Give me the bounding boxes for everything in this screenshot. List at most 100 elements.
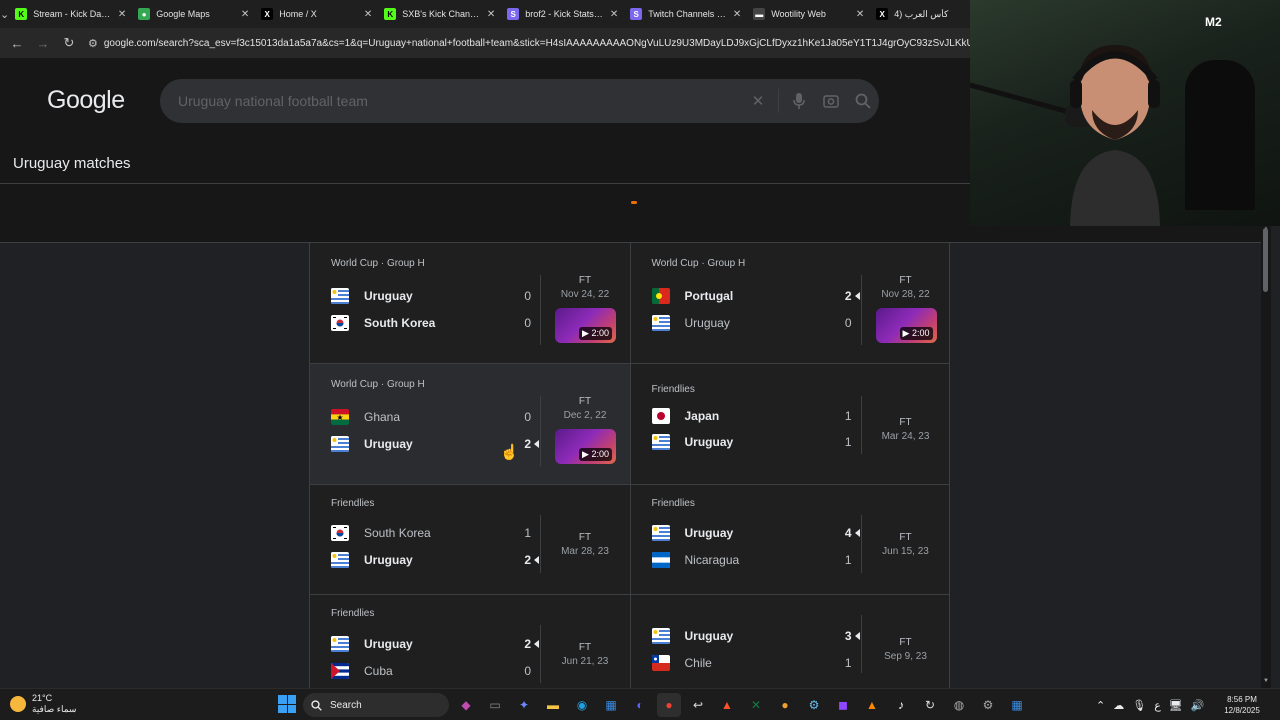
browser-tab[interactable]: ● Google Maps ✕ — [132, 0, 255, 28]
brave-icon[interactable]: ▲ — [715, 693, 739, 717]
kick-icon: K — [15, 8, 28, 20]
browser-tab[interactable]: Sbrof2 - Kick Stats, An ✕ — [501, 0, 624, 28]
close-tab-icon[interactable]: ✕ — [241, 9, 249, 20]
match-card[interactable]: World Cup · Group H Ghana 0 Uruguay 2 FT Dec 2… — [309, 364, 630, 484]
match-card[interactable]: Uruguay 3 Chile 1 FT Sep 9, 23 — [629, 595, 950, 689]
network-icon[interactable]: 🖥 — [1169, 699, 1183, 712]
microphone-icon[interactable] — [783, 93, 815, 109]
address-bar[interactable]: ⚙ google.com/search?sca_esv=f3c15013da1a… — [84, 32, 970, 54]
task-view-icon[interactable]: ▭ — [483, 693, 507, 717]
match-card[interactable]: Friendlies Uruguay 4 Nicaragua 1 FT Jun 15, 23 — [629, 485, 950, 594]
highlights-video-thumbnail[interactable]: ▶ 2:00 — [555, 308, 616, 343]
store-icon[interactable]: ▦ — [599, 693, 623, 717]
scrollbar-thumb[interactable] — [1263, 228, 1268, 292]
team-score: 1 — [844, 553, 852, 567]
windows-taskbar: 21°C سماء صافية Search ◆ ▭ ✦ ▬ ◉ ▦ ◐ ● ↩ ▲ ✕ ● ⚙ ◼ ▲ ♪ ↻… — [0, 688, 1280, 720]
scrollbar-track[interactable] — [1261, 226, 1271, 688]
japan-flag-icon — [651, 408, 670, 424]
clear-icon[interactable]: ✕ — [742, 92, 774, 110]
discord-icon[interactable]: ◐ — [628, 693, 652, 717]
weather-widget[interactable]: 21°C سماء صافية — [10, 693, 76, 715]
browser-tab[interactable]: K SXB's Kick Channel St ✕ — [378, 0, 501, 28]
tiktok-icon[interactable]: ♪ — [889, 693, 913, 717]
taskbar-clock[interactable]: 8:56 PM 12/8/2025 — [1222, 694, 1262, 716]
cuba-flag-icon — [331, 663, 349, 679]
team-row: South Korea 0 — [331, 313, 531, 333]
search-input[interactable]: Uruguay national football team — [178, 93, 742, 109]
team-score: 0 — [524, 664, 531, 678]
scroll-down-arrow-icon[interactable]: ▼ — [1261, 678, 1271, 688]
tab-search-menu-button[interactable]: ⌄ — [0, 0, 9, 28]
arrow-app-icon[interactable]: ↩ — [686, 693, 710, 717]
video-duration: ▶ 2:00 — [579, 327, 612, 340]
input-language[interactable]: ع — [1154, 699, 1161, 712]
lens-camera-icon[interactable] — [815, 93, 847, 109]
edge-icon[interactable]: ◉ — [570, 693, 594, 717]
tray-overflow-chevron-icon[interactable]: ⌃ — [1096, 699, 1105, 712]
steam-icon[interactable]: ⚙ — [802, 693, 826, 717]
gaming-chair — [1185, 60, 1255, 210]
team-score: 0 — [524, 410, 531, 424]
match-date: Sep 9, 23 — [884, 651, 927, 662]
close-tab-icon[interactable]: ✕ — [118, 9, 126, 20]
matches-title: Uruguay matches — [13, 155, 131, 172]
highlights-video-thumbnail[interactable]: ▶ 2:00 — [875, 308, 937, 343]
team-score: 2 — [844, 289, 852, 303]
search-divider — [778, 89, 779, 113]
team-row: South Korea 1 — [331, 523, 531, 543]
close-tab-icon[interactable]: ✕ — [610, 9, 618, 20]
twitch-icon[interactable]: ◼ — [831, 693, 855, 717]
tab-title: كأس العرب (4 — [894, 8, 949, 19]
windows-start-icon[interactable] — [278, 695, 296, 713]
match-card[interactable]: World Cup · Group H Uruguay 0 South Korea 0 F… — [309, 243, 630, 363]
clock-date: 12/8/2025 — [1224, 706, 1260, 715]
forward-arrow-icon[interactable]: → — [32, 32, 54, 54]
search-icon[interactable] — [847, 93, 879, 109]
x-icon: X — [261, 8, 274, 20]
game-app-icon[interactable]: ◆ — [454, 693, 478, 717]
close-tab-icon[interactable]: ✕ — [487, 9, 495, 20]
site-info-icon[interactable]: ⚙ — [88, 37, 98, 50]
vlc-icon[interactable]: ▲ — [860, 693, 884, 717]
sync-icon[interactable]: ↻ — [918, 693, 942, 717]
excel-icon[interactable]: ✕ — [744, 693, 768, 717]
portugal-flag-icon — [651, 288, 670, 304]
taskbar-search[interactable]: Search — [303, 693, 449, 717]
tab-title: brof2 - Kick Stats, An — [525, 9, 604, 19]
competition-label: Friendlies — [331, 498, 375, 509]
match-date: Jun 21, 23 — [561, 656, 609, 667]
search-box[interactable]: Uruguay national football team ✕ — [160, 79, 879, 123]
back-arrow-icon[interactable]: ← — [6, 32, 28, 54]
google-logo[interactable]: Google — [47, 86, 125, 115]
calculator-icon[interactable]: ▦ — [1005, 693, 1029, 717]
team-name: Uruguay — [364, 437, 413, 451]
highlights-video-thumbnail[interactable]: ▶ 2:00 — [555, 429, 616, 464]
app-badge-icon[interactable]: ● — [773, 693, 797, 717]
team-row: Ghana 0 — [331, 407, 531, 427]
match-card[interactable]: Friendlies Uruguay 2 Cuba 0 FT Jun 21, 23 — [309, 595, 630, 689]
browser-tab[interactable]: K Stream - Kick Dashbo ✕ — [9, 0, 132, 28]
browser-alt-icon[interactable]: ◍ — [947, 693, 971, 717]
file-explorer-icon[interactable]: ▬ — [541, 693, 565, 717]
tray-app-icon[interactable]: ☁ — [1113, 699, 1124, 712]
browser-tab[interactable]: ▬ Wootility Web ✕ — [747, 0, 870, 28]
tab-title: Wootility Web — [771, 9, 826, 19]
team-score: 0 — [524, 316, 531, 330]
close-tab-icon[interactable]: ✕ — [856, 9, 864, 20]
match-card[interactable]: Friendlies South Korea 1 Uruguay 2 FT Mar 28, … — [309, 485, 630, 594]
reload-icon[interactable]: ↻ — [58, 32, 80, 54]
volume-icon[interactable]: 🔊 — [1191, 699, 1205, 712]
browser-tab[interactable]: S Twitch Channels Com ✕ — [624, 0, 747, 28]
tray-mic-icon[interactable]: 🎙 — [1132, 699, 1146, 712]
match-status: FT — [578, 396, 592, 407]
match-card[interactable]: World Cup · Group H Portugal 2 Uruguay 0 FT No… — [629, 243, 950, 363]
competition-label: World Cup · Group H — [651, 258, 746, 269]
close-tab-icon[interactable]: ✕ — [733, 9, 741, 20]
uruguay-flag-icon — [651, 434, 670, 450]
copilot-icon[interactable]: ✦ — [512, 693, 536, 717]
settings-icon[interactable]: ⚙ — [976, 693, 1000, 717]
browser-tab[interactable]: X Home / X ✕ — [255, 0, 378, 28]
match-card[interactable]: Friendlies Japan 1 Uruguay 1 FT Mar 24, 23 — [629, 364, 950, 484]
chrome-icon[interactable]: ● — [657, 693, 681, 717]
close-tab-icon[interactable]: ✕ — [364, 9, 372, 20]
